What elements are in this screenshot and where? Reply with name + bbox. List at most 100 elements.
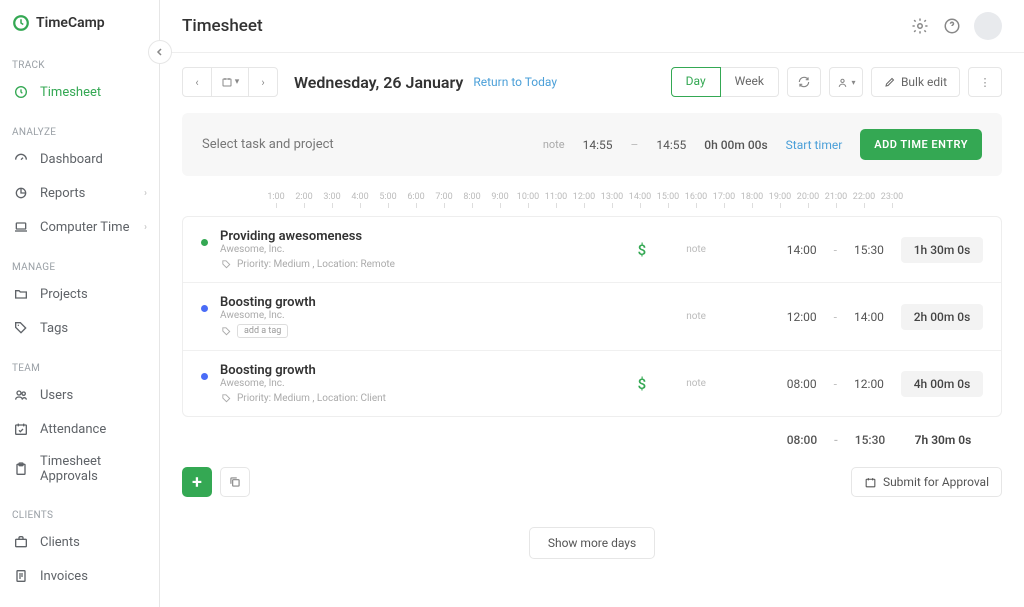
entry-from[interactable]: 12:00 bbox=[784, 310, 820, 324]
sidebar-item-dashboard[interactable]: Dashboard bbox=[0, 142, 159, 176]
dashboard-icon bbox=[12, 150, 30, 168]
settings-button[interactable] bbox=[910, 16, 930, 36]
dash: - bbox=[834, 243, 837, 257]
user-avatar[interactable] bbox=[974, 12, 1002, 40]
user-filter-button[interactable]: ▾ bbox=[829, 67, 863, 97]
sidebar-item-computer-time[interactable]: Computer Time › bbox=[0, 210, 159, 244]
bulk-edit-button[interactable]: Bulk edit bbox=[871, 67, 960, 97]
add-tag-button[interactable]: add a tag bbox=[237, 324, 288, 338]
entry-subtitle: Awesome, Inc. bbox=[220, 244, 560, 255]
calendar-check-icon bbox=[12, 420, 30, 438]
refresh-icon bbox=[797, 75, 811, 89]
sidebar-item-label: Clients bbox=[40, 535, 80, 550]
chevron-down-icon: ▾ bbox=[235, 77, 240, 87]
help-button[interactable] bbox=[942, 16, 962, 36]
timeline-ruler: 1:00 2:00 3:00 4:00 5:00 6:00 7:00 8:00 … bbox=[182, 188, 1002, 216]
sidebar-item-tags[interactable]: Tags bbox=[0, 311, 159, 345]
new-entry-duration: 0h 00m 00s bbox=[704, 138, 767, 152]
view-week-button[interactable]: Week bbox=[721, 67, 779, 97]
tag-icon bbox=[12, 319, 30, 337]
entry-tags-text: Priority: Medium , Location: Client bbox=[237, 393, 386, 404]
brand-logo[interactable]: TimeCamp bbox=[0, 0, 159, 42]
select-task-field[interactable]: Select task and project bbox=[202, 137, 334, 152]
dash: - bbox=[834, 377, 837, 391]
time-entry-row[interactable]: Providing awesomeness Awesome, Inc. Prio… bbox=[183, 217, 1001, 283]
logo-icon bbox=[12, 14, 30, 32]
ruler-tick: 4:00 bbox=[346, 192, 374, 202]
laptop-icon bbox=[12, 218, 30, 236]
entry-duration: 4h 00m 0s bbox=[901, 371, 983, 397]
chevron-left-icon: ‹ bbox=[195, 76, 198, 89]
note-link[interactable]: note bbox=[543, 138, 565, 151]
entry-from[interactable]: 08:00 bbox=[784, 377, 820, 391]
show-more-days-button[interactable]: Show more days bbox=[529, 527, 655, 559]
sidebar-item-projects[interactable]: Projects bbox=[0, 277, 159, 311]
entry-dot bbox=[201, 239, 208, 246]
time-entry-row[interactable]: Boosting growth Awesome, Inc. add a tag … bbox=[183, 283, 1001, 351]
calendar-picker-button[interactable]: ▾ bbox=[212, 67, 248, 97]
ruler-tick: 23:00 bbox=[878, 192, 906, 202]
entry-note-link[interactable]: note bbox=[686, 378, 706, 389]
entry-subtitle: Awesome, Inc. bbox=[220, 378, 560, 389]
time-entry-row[interactable]: Boosting growth Awesome, Inc. Priority: … bbox=[183, 351, 1001, 416]
folder-icon bbox=[12, 285, 30, 303]
sidebar-item-users[interactable]: Users bbox=[0, 378, 159, 412]
ruler-tick: 10:00 bbox=[514, 192, 542, 202]
clock-icon bbox=[12, 83, 30, 101]
refresh-button[interactable] bbox=[787, 67, 821, 97]
sidebar-item-invoices[interactable]: Invoices bbox=[0, 559, 159, 593]
sidebar-item-clients[interactable]: Clients bbox=[0, 525, 159, 559]
user-icon bbox=[836, 76, 849, 89]
dash: - bbox=[834, 310, 837, 324]
entry-to[interactable]: 14:00 bbox=[851, 310, 887, 324]
billable-icon[interactable]: $ bbox=[638, 241, 647, 259]
entry-from[interactable]: 14:00 bbox=[784, 243, 820, 257]
chevron-right-icon: › bbox=[144, 222, 147, 233]
time-from-input[interactable]: 14:55 bbox=[583, 138, 613, 152]
tag-icon bbox=[220, 258, 232, 270]
bulk-edit-label: Bulk edit bbox=[901, 75, 947, 89]
sidebar-collapse-button[interactable] bbox=[148, 40, 172, 64]
submit-label: Submit for Approval bbox=[883, 475, 989, 489]
ruler-tick: 6:00 bbox=[402, 192, 430, 202]
sidebar-item-timesheet-approvals[interactable]: Timesheet Approvals bbox=[0, 446, 159, 492]
help-icon bbox=[943, 17, 961, 35]
ruler-tick: 7:00 bbox=[430, 192, 458, 202]
copy-button[interactable] bbox=[220, 467, 250, 497]
more-options-button[interactable]: ⋮ bbox=[968, 67, 1002, 97]
entry-duration: 2h 00m 0s bbox=[901, 304, 983, 330]
add-time-entry-button[interactable]: ADD TIME ENTRY bbox=[860, 129, 982, 160]
topbar: Timesheet bbox=[160, 0, 1024, 53]
view-day-button[interactable]: Day bbox=[671, 67, 721, 97]
return-to-today-link[interactable]: Return to Today bbox=[473, 75, 557, 89]
start-timer-link[interactable]: Start timer bbox=[786, 138, 843, 152]
entry-to[interactable]: 15:30 bbox=[851, 243, 887, 257]
add-entry-plus-button[interactable]: + bbox=[182, 467, 212, 497]
submit-for-approval-button[interactable]: Submit for Approval bbox=[851, 467, 1002, 497]
plus-icon: + bbox=[192, 472, 202, 493]
time-to-input[interactable]: 14:55 bbox=[656, 138, 686, 152]
entry-dot bbox=[201, 373, 208, 380]
sidebar-item-reports[interactable]: Reports › bbox=[0, 176, 159, 210]
entry-to[interactable]: 12:00 bbox=[851, 377, 887, 391]
billable-icon[interactable]: $ bbox=[638, 375, 647, 393]
sidebar-section-analyze: ANALYZE bbox=[0, 121, 159, 142]
briefcase-icon bbox=[12, 533, 30, 551]
prev-day-button[interactable]: ‹ bbox=[182, 67, 212, 97]
entries-list: Providing awesomeness Awesome, Inc. Prio… bbox=[182, 216, 1002, 417]
sidebar-section-track: TRACK bbox=[0, 54, 159, 75]
view-toggle: Day Week bbox=[671, 67, 779, 97]
sidebar-item-timesheet[interactable]: Timesheet bbox=[0, 75, 159, 109]
entry-note-link[interactable]: note bbox=[686, 311, 706, 322]
more-vertical-icon: ⋮ bbox=[980, 76, 991, 89]
entry-note-link[interactable]: note bbox=[686, 244, 706, 255]
entry-dot bbox=[201, 305, 208, 312]
sidebar-item-attendance[interactable]: Attendance bbox=[0, 412, 159, 446]
sidebar-item-label: Tags bbox=[40, 321, 68, 336]
entry-title: Boosting growth bbox=[220, 295, 560, 310]
chevron-right-icon: › bbox=[144, 188, 147, 199]
ruler-tick: 18:00 bbox=[738, 192, 766, 202]
sidebar-item-label: Reports bbox=[40, 186, 85, 201]
total-from: 08:00 bbox=[784, 433, 820, 447]
next-day-button[interactable]: › bbox=[248, 67, 278, 97]
